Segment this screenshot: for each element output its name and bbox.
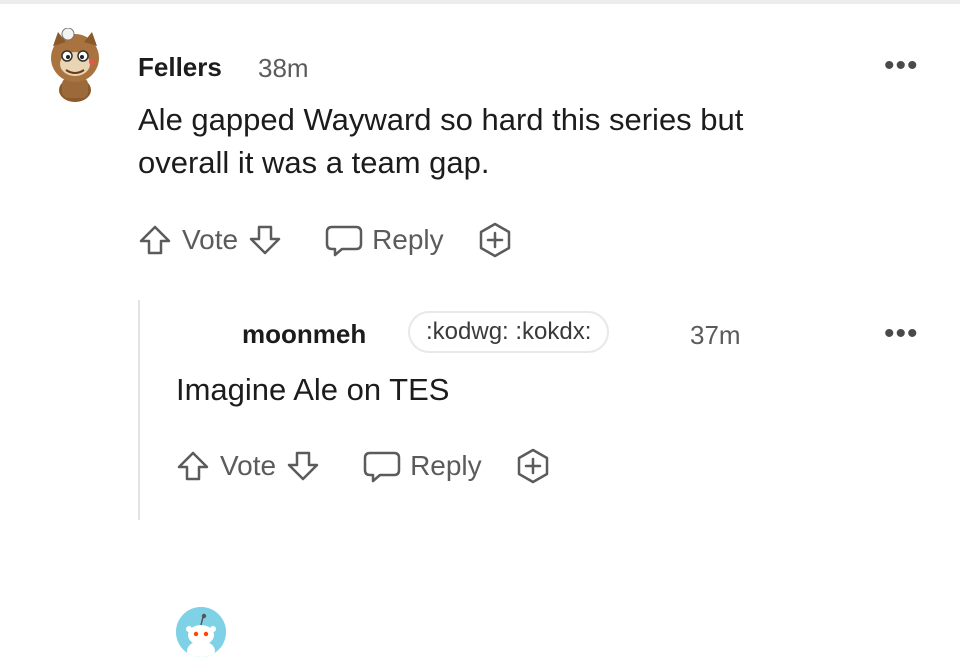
vote-label: Vote (182, 224, 239, 255)
vote-control: Vote (176, 449, 320, 483)
comment: Fellers 38m ••• Ale gapped Wayward so ha… (0, 0, 960, 300)
comment-body-line: Ale gapped Wayward so hard this series b… (138, 102, 744, 137)
comment-body: Ale gapped Wayward so hard this series b… (138, 98, 743, 184)
comment-body-line: overall it was a team gap. (138, 145, 490, 180)
comment-timestamp: 37m (690, 320, 741, 350)
comment-body-line: Imagine Ale on TES (176, 372, 450, 407)
reply-comment: moonmeh :kodwg: :kokdx: 37m ••• Imagine … (0, 300, 960, 657)
reply-label: Reply (372, 224, 444, 255)
vote-label: Vote (220, 450, 277, 481)
plus-award-icon[interactable] (476, 221, 514, 259)
avatar[interactable] (176, 607, 226, 657)
comment-body: Imagine Ale on TES (176, 368, 449, 411)
reply-button[interactable]: Reply (324, 223, 444, 257)
comment-author[interactable]: moonmeh (242, 319, 366, 350)
user-flair: :kodwg: :kokdx: (408, 311, 610, 353)
plus-award-icon[interactable] (514, 447, 552, 485)
more-options-icon[interactable]: ••• (884, 319, 919, 349)
comment-timestamp: 38m (258, 53, 309, 83)
arrow-down-icon[interactable] (248, 223, 282, 257)
comment-actions: Vote Reply (138, 220, 514, 260)
arrow-up-icon[interactable] (138, 223, 172, 257)
arrow-up-icon[interactable] (176, 449, 210, 483)
reply-label: Reply (410, 450, 482, 481)
arrow-down-icon[interactable] (286, 449, 320, 483)
avatar[interactable] (44, 27, 106, 102)
speech-bubble-icon (362, 449, 402, 483)
comment-author[interactable]: Fellers (138, 52, 222, 83)
speech-bubble-icon (324, 223, 364, 257)
comment-actions: Vote Reply (176, 446, 552, 486)
vote-control: Vote (138, 223, 282, 257)
reply-button[interactable]: Reply (362, 449, 482, 483)
more-options-icon[interactable]: ••• (884, 51, 919, 81)
